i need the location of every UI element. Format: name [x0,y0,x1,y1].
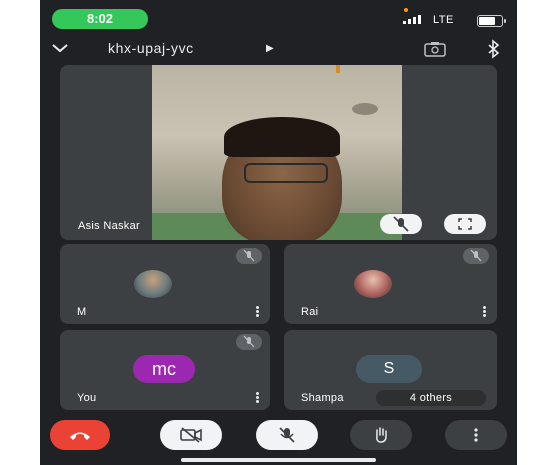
mic-off-icon [236,248,262,264]
main-speaker-tile[interactable]: Asis Naskar [60,65,497,240]
mic-off-icon [279,427,295,443]
avatar [134,270,172,298]
raise-hand-icon [376,427,387,443]
more-vert-icon[interactable] [256,392,260,404]
chevron-down-icon[interactable] [50,38,70,58]
camera-off-icon [180,427,202,443]
arrow-right-icon[interactable]: ▶ [266,43,274,54]
participant-name: Rai [301,306,319,318]
network-label: LTE [433,14,454,26]
avatar: S [356,355,422,383]
participant-name: Shampa [301,392,344,404]
participant-name: M [77,306,87,318]
more-vert-icon [474,428,478,442]
more-vert-icon[interactable] [256,306,260,318]
camera-toggle-button[interactable] [160,420,222,450]
more-options-button[interactable] [445,420,507,450]
participant-tile-rai[interactable]: Rai [284,244,497,324]
mute-speaker-button[interactable] [380,214,422,234]
participant-tile-you[interactable]: mc You [60,330,270,410]
bluetooth-icon[interactable] [487,39,501,59]
camera-switch-icon[interactable] [424,41,446,57]
mic-off-icon [393,216,409,232]
meet-call-screen: 8:02 LTE khx-upaj-yvc ▶ Asis Naskar M Ra… [40,0,517,465]
end-call-icon [70,432,90,440]
status-time: 8:02 [52,9,148,29]
mic-off-icon [463,248,489,264]
raise-hand-button[interactable] [350,420,412,450]
mic-toggle-button[interactable] [256,420,318,450]
avatar: mc [133,355,195,383]
more-vert-icon[interactable] [483,306,487,318]
meeting-code[interactable]: khx-upaj-yvc [108,40,194,56]
speaker-video [152,65,402,240]
home-indicator[interactable] [181,458,376,462]
avatar [354,270,392,298]
others-count-badge[interactable]: 4 others [376,390,486,406]
status-bar: 8:02 LTE [40,0,517,34]
participant-tile-m[interactable]: M [60,244,270,324]
recording-indicator-dot [404,8,408,12]
fullscreen-button[interactable] [444,214,486,234]
participant-tile-shampa[interactable]: S Shampa 4 others [284,330,497,410]
fullscreen-icon [458,218,472,230]
speaker-name: Asis Naskar [78,220,140,232]
signal-icon [403,14,421,24]
participant-name: You [77,392,97,404]
end-call-button[interactable] [50,420,110,450]
call-controls [40,420,517,450]
mic-off-icon [236,334,262,350]
battery-icon [477,15,506,27]
call-header: khx-upaj-yvc ▶ [40,34,517,66]
